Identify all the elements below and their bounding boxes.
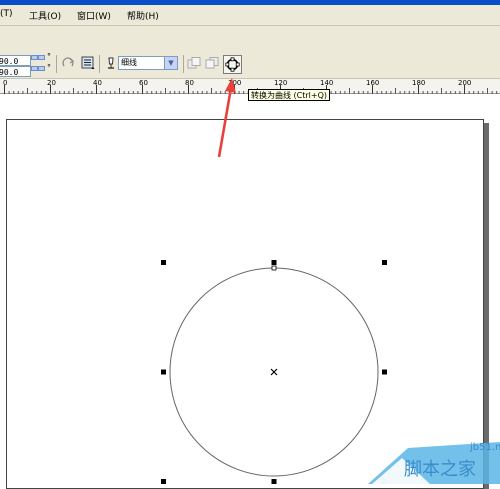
drawing-canvas[interactable] xyxy=(0,95,500,489)
start-angle-spin-down[interactable] xyxy=(31,55,38,60)
toolbar-separator xyxy=(183,55,184,73)
ruler-label: 160 xyxy=(366,79,380,87)
convert-curves-icon xyxy=(225,57,240,72)
ruler-label: 20 xyxy=(47,79,56,87)
watermark-site: jb51.net xyxy=(470,442,500,453)
toolbar-separator xyxy=(99,55,100,73)
selected-ellipse[interactable] xyxy=(0,95,500,484)
ruler-label: 40 xyxy=(93,79,102,87)
tooltip: 转换为曲线 (Ctrl+Q) xyxy=(248,89,331,101)
convert-to-curves-button[interactable] xyxy=(223,55,242,74)
ruler-label: 180 xyxy=(412,79,426,87)
property-bar: 90.0 ° 90.0 ° 细线 ▼ xyxy=(0,26,500,78)
chevron-down-icon[interactable]: ▼ xyxy=(164,57,177,69)
ruler-label: 140 xyxy=(320,79,334,87)
watermark-name: 脚本之家 xyxy=(404,459,476,480)
ruler-label: 60 xyxy=(139,79,148,87)
outline-width-select[interactable]: 细线 ▼ xyxy=(118,56,178,70)
bring-front-icon[interactable] xyxy=(187,56,201,70)
ruler-label: 80 xyxy=(185,79,194,87)
degree-symbol-1: ° xyxy=(47,52,51,61)
toolbar-separator xyxy=(56,55,57,73)
wrap-text-icon[interactable] xyxy=(81,56,95,70)
menu-bar: (T) 工具(O) 窗口(W) 帮助(H) xyxy=(0,5,500,26)
outline-width-value: 细线 xyxy=(121,58,137,67)
end-angle-input[interactable]: 90.0 xyxy=(0,66,31,77)
ruler-label: 100 xyxy=(228,79,242,87)
ruler-label: 120 xyxy=(274,79,288,87)
degree-symbol-2: ° xyxy=(47,63,51,72)
start-angle-spin-up[interactable] xyxy=(38,55,45,60)
menu-item-help[interactable]: 帮助(H) xyxy=(127,9,159,22)
end-angle-spin-down[interactable] xyxy=(31,66,38,71)
ruler-label: 0 xyxy=(3,79,8,87)
ruler-label: 200 xyxy=(458,79,472,87)
menu-item-text[interactable]: (T) xyxy=(0,9,13,19)
send-back-icon[interactable] xyxy=(205,56,219,70)
menu-item-tools[interactable]: 工具(O) xyxy=(29,9,61,22)
end-angle-spin-up[interactable] xyxy=(38,66,45,71)
outline-pen-icon xyxy=(104,56,118,70)
direction-icon[interactable] xyxy=(61,56,75,70)
start-angle-input[interactable]: 90.0 xyxy=(0,55,31,66)
menu-item-window[interactable]: 窗口(W) xyxy=(77,9,111,22)
